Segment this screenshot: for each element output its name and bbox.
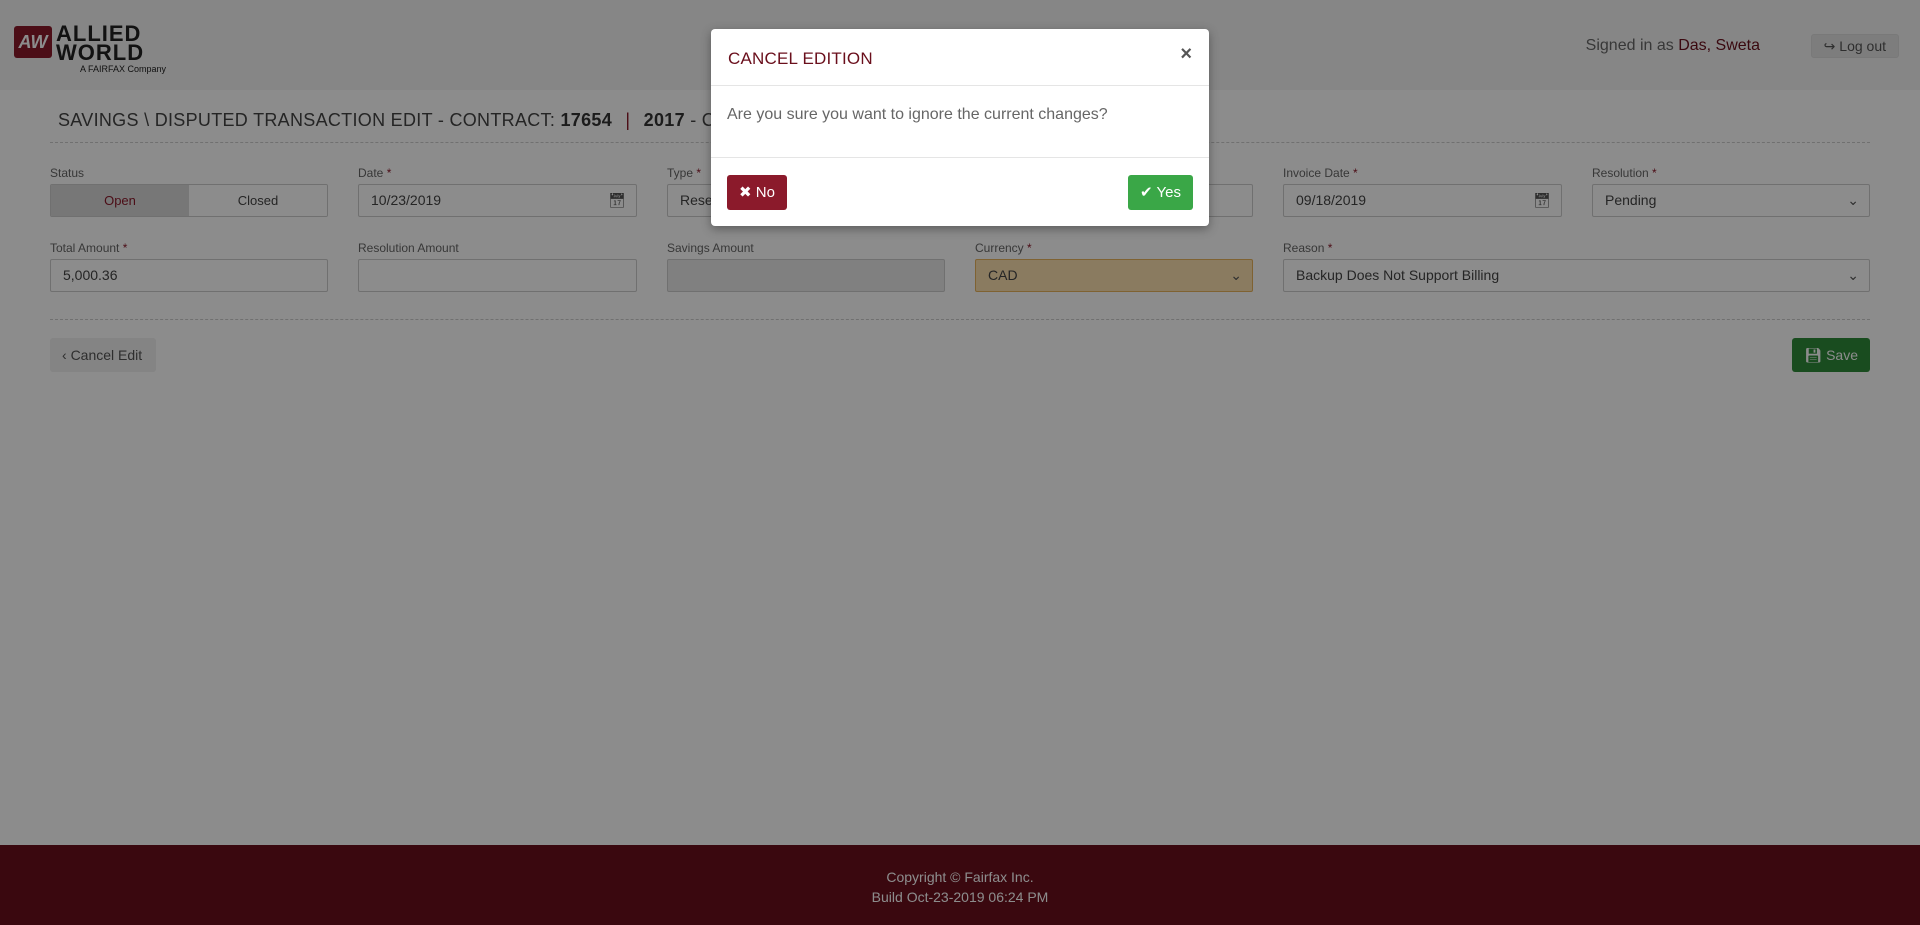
yes-button[interactable]: ✔ Yes [1128,175,1193,210]
modal-header: CANCEL EDITION × [711,29,1209,86]
modal-footer: ✖ No ✔ Yes [711,158,1209,225]
yes-label: Yes [1156,184,1181,201]
no-label: No [755,184,775,201]
times-icon: ✖ [739,184,752,201]
cancel-edition-dialog: CANCEL EDITION × Are you sure you want t… [711,29,1209,226]
modal-title: CANCEL EDITION [728,49,873,68]
check-icon: ✔ [1140,184,1153,201]
no-button[interactable]: ✖ No [727,175,787,210]
modal-message: Are you sure you want to ignore the curr… [711,86,1209,158]
close-icon[interactable]: × [1180,43,1192,66]
